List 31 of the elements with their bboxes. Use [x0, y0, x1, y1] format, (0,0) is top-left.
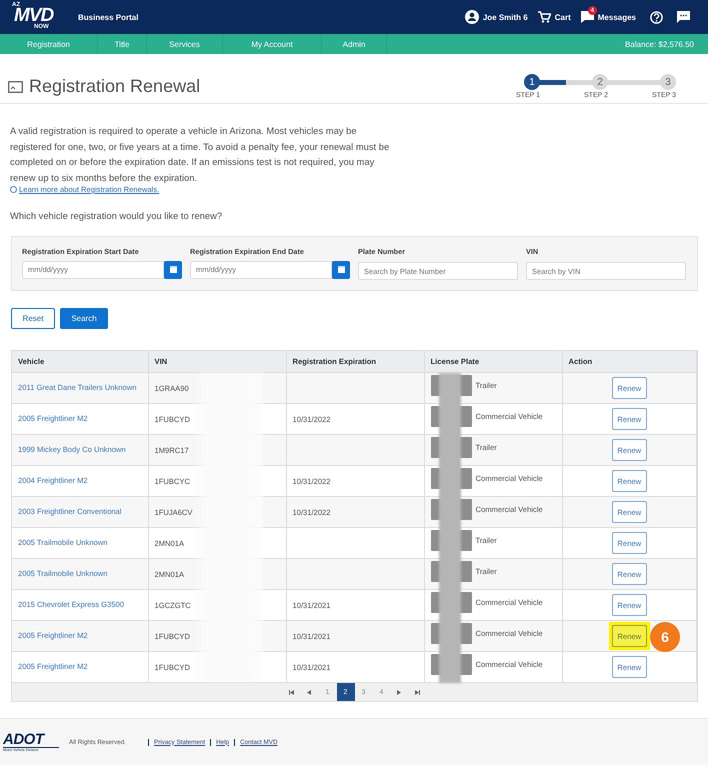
- adot-logo[interactable]: ADOT: [3, 732, 59, 748]
- user-icon[interactable]: [464, 10, 479, 24]
- last-page-icon: [415, 690, 420, 694]
- calendar-button[interactable]: [164, 260, 182, 278]
- account-balance: Balance: $2,576.50: [625, 40, 695, 48]
- intro-paragraph: A valid registration is required to operate a vehicle in Arizona. Most vehicles may be registered for one, two, or five years at a time. To avoid a penalty fee, your renewal must be completed on or before the expiration date. If an emissions test is not required, you may renew up to six months before the expiration.: [10, 124, 390, 185]
- page-title: Registration Renewal: [29, 76, 200, 97]
- calendar-button[interactable]: [332, 260, 350, 278]
- calendar-icon: [170, 266, 176, 273]
- nav-tab[interactable]: Registration: [0, 34, 98, 54]
- step-indicator: 3: [660, 74, 676, 90]
- messages-link[interactable]: Messages: [598, 12, 636, 22]
- user-name[interactable]: Joe Smith 6: [482, 12, 528, 22]
- cart-link[interactable]: Cart: [554, 12, 571, 22]
- step-indicator: 2: [592, 74, 608, 90]
- search-button[interactable]: Search: [60, 308, 108, 329]
- portal-title: Business Portal: [78, 12, 138, 22]
- step-indicator: 1: [524, 74, 540, 90]
- cart-icon[interactable]: [538, 11, 551, 23]
- nav-tab[interactable]: Title: [98, 34, 147, 54]
- previous-page-icon: [307, 690, 312, 694]
- nav-tab[interactable]: Admin: [322, 34, 387, 54]
- calendar-icon: [338, 266, 344, 273]
- picture-frame-icon: [8, 80, 23, 92]
- first-page-icon: [289, 690, 294, 694]
- question-text: Which vehicle registration would you like to renew?: [10, 209, 224, 223]
- chat-icon[interactable]: [677, 11, 690, 23]
- nav-tab[interactable]: Services: [147, 34, 223, 54]
- reset-button[interactable]: Reset: [11, 308, 55, 329]
- next-page-icon: [397, 690, 402, 694]
- nav-tab[interactable]: My Account: [223, 34, 322, 54]
